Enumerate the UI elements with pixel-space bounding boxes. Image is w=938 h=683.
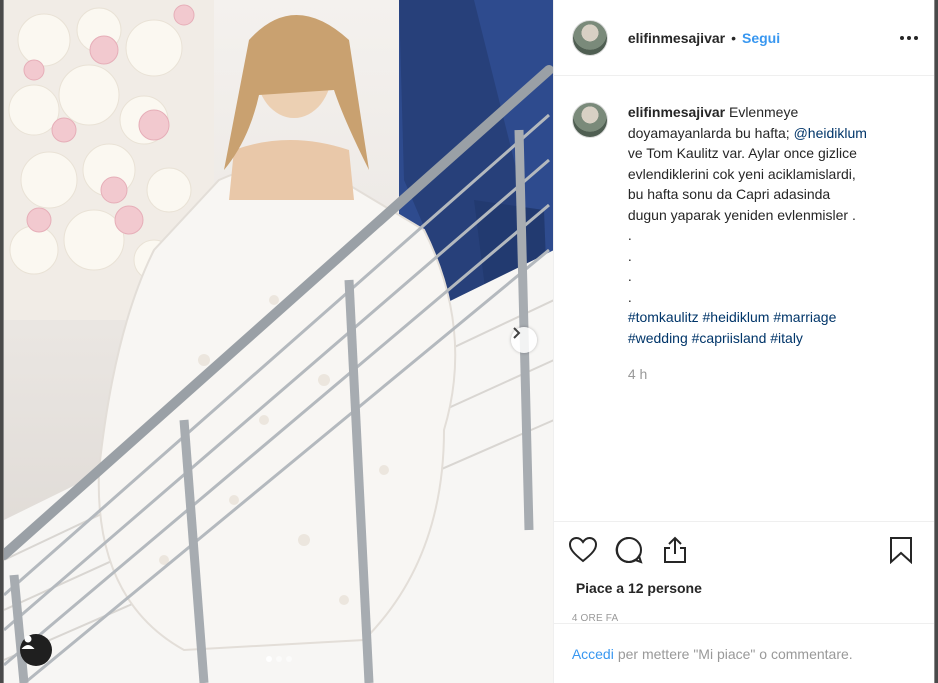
caption-line: doyamayanlarda bu hafta;: [627, 124, 790, 141]
user-icon: [21, 635, 35, 649]
caption-dot: .: [627, 288, 632, 305]
hashtag-link[interactable]: #marriage: [773, 309, 836, 325]
tagged-users-button[interactable]: [20, 634, 52, 666]
hashtag-link[interactable]: #capriisland: [692, 330, 767, 346]
hashtag-link[interactable]: #italy: [770, 330, 803, 346]
login-prompt-text: per mettere "Mi piace" o commentare.: [617, 645, 853, 662]
carousel-dot-active: [266, 656, 272, 662]
post-photo[interactable]: [4, 0, 553, 683]
likes-count[interactable]: Piace a 12 persone: [566, 580, 918, 596]
caption-avatar[interactable]: [571, 102, 608, 138]
caption-line: evlendiklerini cok yeni aciklamislardi,: [627, 165, 856, 182]
caption-line: bu hafta sonu da Capri adasinda: [627, 186, 831, 202]
hashtag-link[interactable]: #wedding: [628, 330, 688, 346]
action-icons: [566, 532, 918, 568]
comment-icon[interactable]: [612, 533, 646, 567]
hashtag-link[interactable]: #heidiklum: [703, 309, 770, 325]
login-link[interactable]: Accedi: [572, 646, 614, 662]
instagram-post: elifinmesajivar • Segui elifinmesajivar …: [3, 0, 935, 683]
comments-section: elifinmesajivar Evlenmeye doyamayanlarda…: [554, 76, 934, 521]
carousel-indicator: [266, 656, 292, 662]
caption-dot: .: [627, 268, 632, 284]
caption-line: Evlenmeye: [728, 104, 799, 120]
follow-button[interactable]: Segui: [742, 30, 780, 46]
heart-icon[interactable]: [566, 533, 600, 567]
caption-dot: .: [627, 247, 632, 264]
author-avatar[interactable]: [571, 19, 608, 56]
caption-relative-time: 4 h: [627, 366, 648, 382]
carousel-dot: [276, 656, 282, 662]
share-icon[interactable]: [658, 533, 692, 567]
post-header: elifinmesajivar • Segui: [553, 0, 934, 76]
login-prompt: Accedi per mettere "Mi piace" o commenta…: [553, 623, 934, 683]
carousel-next-button[interactable]: [511, 327, 537, 353]
bookmark-icon[interactable]: [884, 533, 918, 567]
action-bar: Piace a 12 persone 4 ORE FA: [553, 521, 934, 624]
more-options-icon[interactable]: [900, 30, 918, 46]
chevron-right-icon: [513, 327, 521, 339]
photo-illustration: [4, 0, 553, 683]
post-caption: elifinmesajivar Evlenmeye doyamayanlarda…: [571, 102, 916, 385]
post-sidebar: elifinmesajivar • Segui elifinmesajivar …: [552, 0, 934, 683]
carousel-dot: [286, 656, 292, 662]
caption-dot: .: [627, 227, 632, 243]
caption-line: ve Tom Kaulitz var. Aylar once gizlice: [627, 145, 857, 161]
caption-username[interactable]: elifinmesajivar: [628, 104, 725, 120]
caption-line: dugun yaparak yeniden evlenmisler .: [627, 206, 856, 223]
header-separator: •: [731, 29, 736, 46]
hashtag-link[interactable]: #tomkaulitz: [628, 309, 699, 325]
mention-link[interactable]: @heidiklum: [794, 125, 867, 141]
window-frame: elifinmesajivar • Segui elifinmesajivar …: [0, 0, 938, 683]
caption-text: elifinmesajivar Evlenmeye doyamayanlarda…: [628, 102, 908, 385]
author-username[interactable]: elifinmesajivar: [628, 30, 725, 46]
